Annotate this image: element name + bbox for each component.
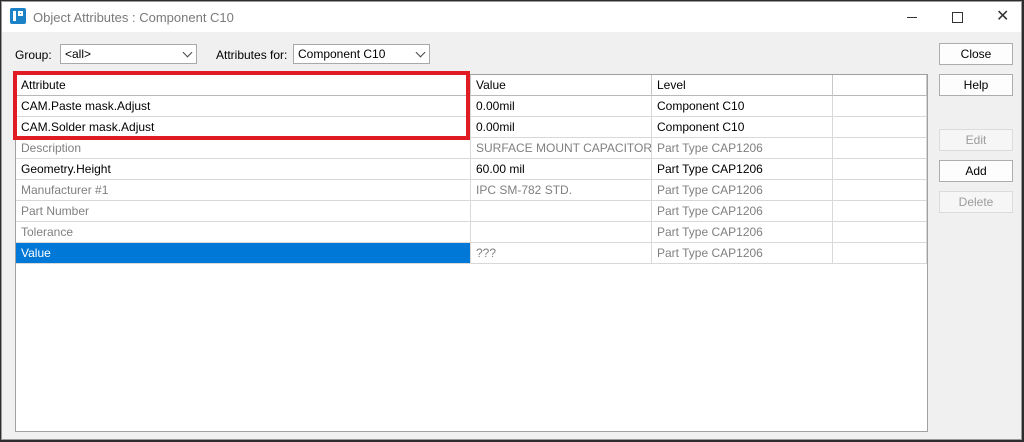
delete-button[interactable]: Delete (939, 191, 1013, 213)
value-cell: 60.00 mil (471, 159, 652, 180)
value-cell: SURFACE MOUNT CAPACITOR 0.06 (471, 138, 652, 159)
extra-cell (833, 243, 927, 264)
value-cell: 0.00mil (471, 117, 652, 138)
group-dropdown[interactable]: <all> (60, 44, 197, 64)
table-header: Attribute Value Level (16, 75, 927, 96)
table-row[interactable]: Manufacturer #1 IPC SM-782 STD. Part Typ… (16, 180, 927, 201)
level-cell: Part Type CAP1206 (652, 222, 833, 243)
extra-cell (833, 159, 927, 180)
window-title: Object Attributes : Component C10 (33, 10, 234, 25)
attributes-for-value: Component C10 (298, 47, 386, 61)
level-cell: Part Type CAP1206 (652, 138, 833, 159)
column-header-value[interactable]: Value (471, 75, 652, 96)
column-header-extra (833, 75, 927, 96)
close-icon: ✕ (996, 8, 1010, 25)
value-cell: IPC SM-782 STD. (471, 180, 652, 201)
close-window-button[interactable]: ✕ (979, 2, 1024, 32)
title-bar: Object Attributes : Component C10 ✕ (2, 2, 1021, 32)
add-button[interactable]: Add (939, 160, 1013, 182)
column-header-level[interactable]: Level (652, 75, 833, 96)
level-cell: Part Type CAP1206 (652, 201, 833, 222)
chevron-down-icon (415, 47, 426, 58)
maximize-button[interactable] (934, 2, 979, 32)
attribute-cell: Value (16, 243, 471, 264)
column-header-attribute[interactable]: Attribute (16, 75, 471, 96)
help-button[interactable]: Help (939, 74, 1013, 96)
extra-cell (833, 117, 927, 138)
extra-cell (833, 96, 927, 117)
attributes-for-dropdown[interactable]: Component C10 (293, 44, 430, 64)
extra-cell (833, 222, 927, 243)
table-row[interactable]: Tolerance Part Type CAP1206 (16, 222, 927, 243)
extra-cell (833, 180, 927, 201)
object-attributes-dialog: Object Attributes : Component C10 ✕ Grou… (1, 1, 1022, 440)
attribute-cell: Manufacturer #1 (16, 180, 471, 201)
level-cell: Part Type CAP1206 (652, 159, 833, 180)
value-cell (471, 222, 652, 243)
level-cell: Part Type CAP1206 (652, 180, 833, 201)
value-cell: ??? (471, 243, 652, 264)
level-cell: Component C10 (652, 96, 833, 117)
minimize-icon (907, 17, 917, 18)
group-label: Group: (15, 48, 52, 62)
attribute-cell: CAM.Solder mask.Adjust (16, 117, 471, 138)
value-cell: 0.00mil (471, 96, 652, 117)
level-cell: Component C10 (652, 117, 833, 138)
table-row[interactable]: Geometry.Height 60.00 mil Part Type CAP1… (16, 159, 927, 180)
attributes-for-label: Attributes for: (216, 48, 288, 62)
attribute-cell: Part Number (16, 201, 471, 222)
extra-cell (833, 138, 927, 159)
app-icon (10, 8, 26, 24)
attribute-cell: Tolerance (16, 222, 471, 243)
attribute-cell: Description (16, 138, 471, 159)
table-row[interactable]: Description SURFACE MOUNT CAPACITOR 0.06… (16, 138, 927, 159)
attributes-table[interactable]: Attribute Value Level CAM.Paste mask.Adj… (15, 74, 928, 432)
minimize-button[interactable] (889, 2, 934, 32)
maximize-icon (952, 12, 963, 23)
group-dropdown-value: <all> (65, 47, 92, 61)
attribute-cell: CAM.Paste mask.Adjust (16, 96, 471, 117)
table-row[interactable]: CAM.Paste mask.Adjust 0.00mil Component … (16, 96, 927, 117)
close-button[interactable]: Close (939, 43, 1013, 65)
value-cell (471, 201, 652, 222)
table-row[interactable]: CAM.Solder mask.Adjust 0.00mil Component… (16, 117, 927, 138)
table-row[interactable]: Part Number Part Type CAP1206 (16, 201, 927, 222)
level-cell: Part Type CAP1206 (652, 243, 833, 264)
extra-cell (833, 201, 927, 222)
edit-button[interactable]: Edit (939, 129, 1013, 151)
attribute-cell: Geometry.Height (16, 159, 471, 180)
chevron-down-icon (182, 47, 193, 58)
table-row-selected[interactable]: Value ??? Part Type CAP1206 (16, 243, 927, 264)
